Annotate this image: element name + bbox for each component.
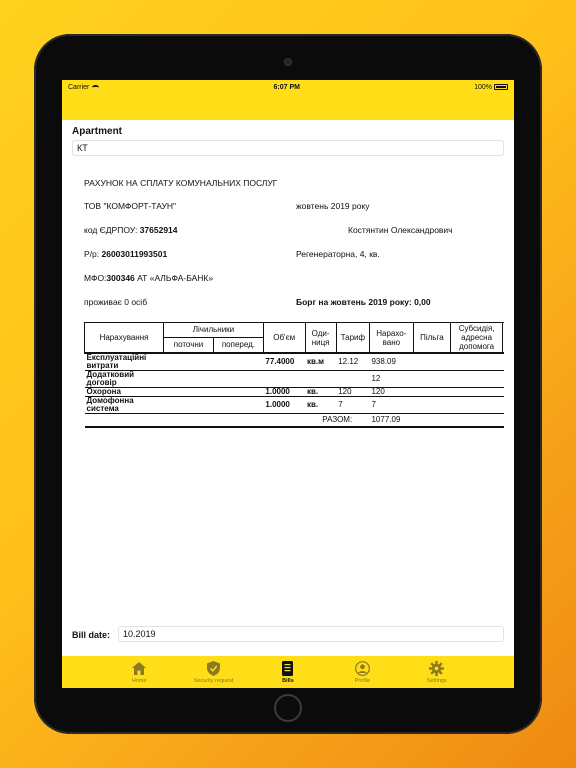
table-row: Домофонна система 1.0000 кв. 7 7 7 [84,396,504,414]
row-last: 9 [502,352,504,371]
table-row: Охорона 1.0000 кв. 120 120 1 [84,387,504,397]
bill-date-label: Bill date: [72,630,111,640]
total-value: 1077.09 [369,413,414,428]
apartment-label: Apartment [72,126,123,137]
tab-security-request[interactable]: Security request [189,661,239,684]
app-screen: Carrier 6:07 PM 100% Apartment КТ РАХУНО… [62,80,514,688]
status-bar: Carrier 6:07 PM 100% [62,80,514,94]
tab-label: Security request [193,677,234,684]
battery-icon [493,84,508,90]
col-tariff: Тариф [335,322,370,354]
gear-icon [429,661,445,677]
table-row: Додатковий договір 12 1 [84,370,504,388]
tab-label: Profile [354,677,371,684]
row-volume: 77.4000 [263,352,305,371]
charges-table-wrapper[interactable]: Нарахування Лічильники Об'єм Оди- ниця Т… [84,322,504,428]
table-row: Експлуатаційні витрати 77.4000 кв.м 12.1… [84,352,504,371]
mfo: МФО:300346 АТ «АЛЬФА-БАНК» [84,273,213,283]
account-label: Р/р: [84,249,102,259]
residents: проживає 0 осіб [84,297,148,307]
col-meter-previous: поперед. [212,336,264,354]
account-value: 26003011993501 [101,249,168,259]
row-tariff: 120 [336,387,370,397]
row-tariff: 12.12 [336,352,370,371]
row-volume: 1.0000 [263,387,305,397]
row-tariff [336,370,370,388]
tab-profile[interactable]: Profile [337,661,387,684]
row-last: 1 [502,387,504,397]
bill-period: жовтень 2019 року [296,201,370,211]
col-benefit: Пільга [412,322,452,354]
address: Регенераторна, 4, кв. [296,249,380,259]
col-subsidy: Субсидія, адресна допомога [450,322,504,354]
row-volume [263,370,305,388]
tablet-device: Carrier 6:07 PM 100% Apartment КТ РАХУНО… [34,34,542,734]
total-label: РАЗОМ: [305,413,370,428]
row-name: Домофонна система [84,396,164,414]
tab-bar: Home Security request Bills Profile Sett… [62,656,514,688]
debt: Борг на жовтень 2019 року: 0,00 [296,297,431,307]
bills-icon [280,661,296,677]
bank-account: Р/р: 26003011993501 [84,249,167,259]
col-unit: Оди- ниця [304,322,337,354]
row-unit: кв.м [305,352,337,371]
edrpou-value: 37652914 [139,225,178,235]
row-unit: кв. [305,396,337,414]
company-name: ТОВ "КОМФОРТ-ТАУН" [84,201,177,211]
tab-label: Home [131,677,147,684]
edrpou-label: код ЄДРПОУ: [84,225,140,235]
row-volume: 1.0000 [263,396,305,414]
mfo-label: МФО: [84,273,107,283]
row-accrued: 12 [369,370,414,388]
clock: 6:07 PM [273,83,300,91]
wifi-icon [92,84,100,90]
mfo-bank: АТ «АЛЬФА-БАНК» [134,273,214,283]
row-unit [305,370,337,388]
row-accrued: 7 [369,396,414,414]
tab-settings[interactable]: Settings [412,661,462,684]
bill-title: РАХУНОК НА СПЛАТУ КОМУНАЛЬНИХ ПОСЛУГ [84,178,278,188]
bill-date-field[interactable]: 10.2019 [118,626,504,642]
col-charge: Нарахування [84,322,165,354]
col-accrued: Нарахо- вано [368,322,414,354]
tab-bills[interactable]: Bills [263,661,313,684]
edrpou: код ЄДРПОУ: 37652914 [84,225,178,235]
owner-name: Костянтин Олександрович [348,225,453,235]
tab-label: Settings [426,677,447,684]
total-row: РАЗОМ: 1077.09 1( [84,413,504,428]
row-unit: кв. [305,387,337,397]
carrier-label: Carrier [68,83,90,91]
home-hardware-button[interactable] [274,694,302,722]
battery-percent: 100% [474,83,492,91]
shield-icon [206,661,222,677]
mfo-value: 300346 [106,273,135,283]
col-volume: Об'єм [262,322,306,354]
row-tariff: 7 [336,396,370,414]
row-accrued: 938.09 [369,352,414,371]
camera [284,58,292,66]
row-last: 1 [502,370,504,388]
profile-icon [354,661,370,677]
navigation-bar [62,94,514,120]
tab-home[interactable]: Home [114,661,164,684]
col-meter-current: поточни [163,336,214,354]
charges-table: Нарахування Лічильники Об'єм Оди- ниця Т… [84,322,504,428]
row-name: Експлуатаційні витрати [84,352,164,371]
col-meters: Лічильники [163,322,264,338]
tab-label: Bills [282,677,294,684]
row-accrued: 120 [369,387,414,397]
row-name: Додатковий договір [84,370,164,388]
total-last: 1( [502,413,504,428]
apartment-field[interactable]: КТ [72,140,504,156]
row-last: 7 [502,396,504,414]
col-extra: С [502,322,504,354]
home-icon [131,661,147,677]
